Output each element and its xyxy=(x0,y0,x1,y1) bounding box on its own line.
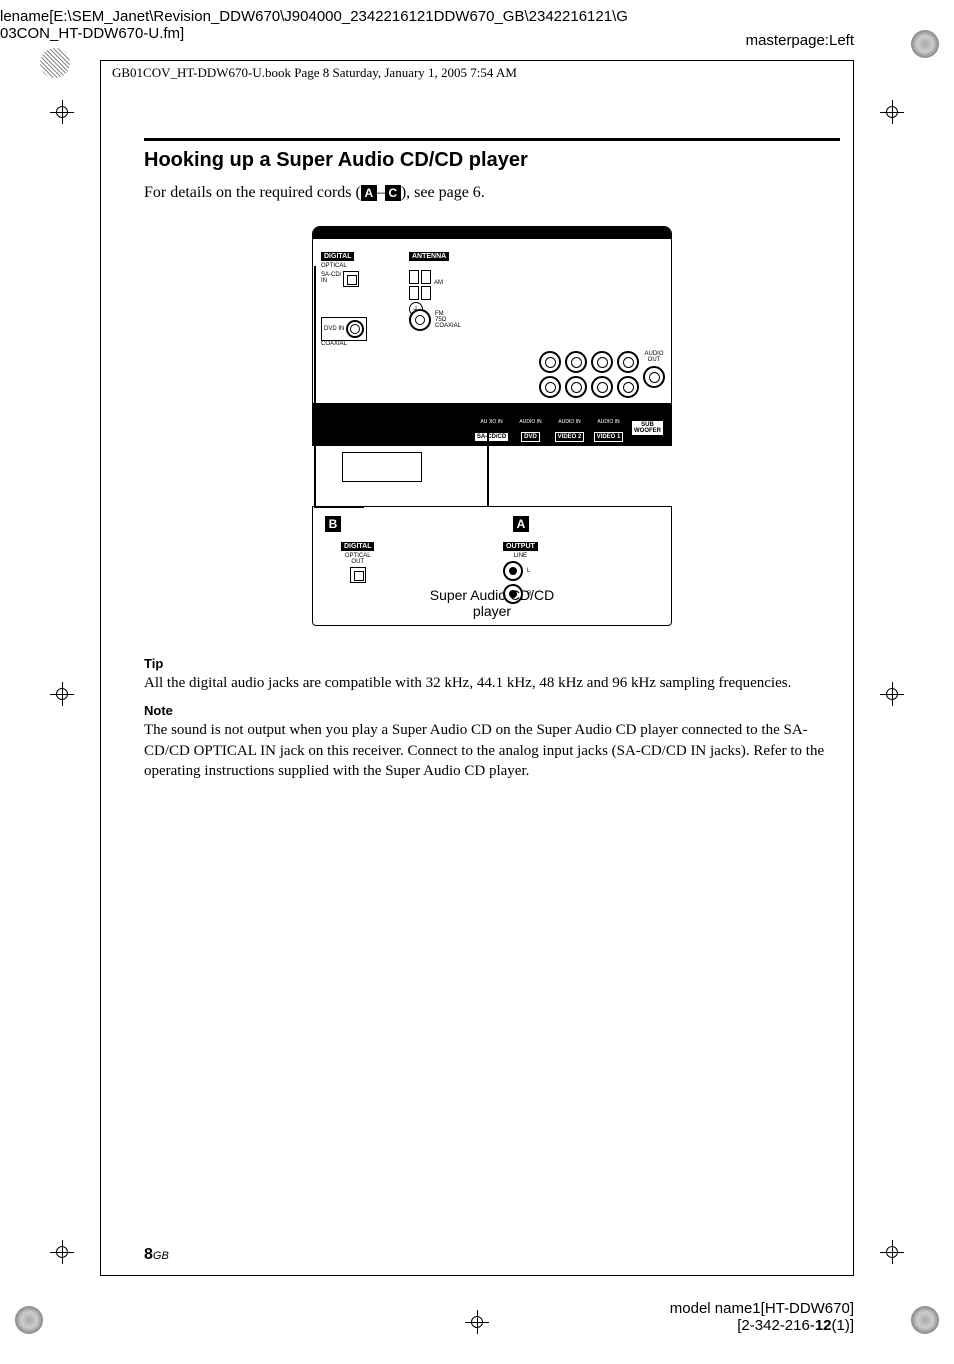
col-sacd-label: SA-CD/CD xyxy=(475,433,508,441)
rca-jack-icon xyxy=(617,351,639,373)
tip-heading: Tip xyxy=(144,656,840,671)
receiver-rear-panel: DIGITAL OPTICAL SA-CD/ IN ANTENNA xyxy=(312,226,672,446)
section-rule xyxy=(144,138,840,141)
antenna-label: ANTENNA xyxy=(409,252,449,261)
header-filename: lename[E:\SEM_Janet\Revision_DDW670\J904… xyxy=(0,8,628,42)
letter-c-box: C xyxy=(385,185,401,201)
note-heading: Note xyxy=(144,703,840,718)
cable-connector-icon xyxy=(342,452,422,482)
registration-mark-icon xyxy=(880,682,904,706)
digital-section: DIGITAL OPTICAL SA-CD/ IN xyxy=(321,245,359,287)
antenna-terminal-icon xyxy=(421,286,431,300)
player-box: B A DIGITAL OPTICAL OUT OUTPUT LINE L xyxy=(312,506,672,626)
registration-mark-icon xyxy=(50,1240,74,1264)
audio-in-label: AUDIO IN xyxy=(513,419,548,425)
section-title: Hooking up a Super Audio CD/CD player xyxy=(144,149,840,172)
intro-prefix: For details on the required cords ( xyxy=(144,184,361,201)
rca-out-jack-icon xyxy=(503,561,523,581)
player-caption: Super Audio CD/CD player xyxy=(313,587,671,619)
page-suffix: GB xyxy=(153,1250,169,1262)
registration-mark-icon xyxy=(465,1310,489,1334)
col-video2-label: VIDEO 2 xyxy=(555,432,585,442)
col-sub-label: SUB WOOFER xyxy=(632,421,663,435)
hookup-diagram: DIGITAL OPTICAL SA-CD/ IN ANTENNA xyxy=(312,226,672,626)
footer-partno-suffix: (1)] xyxy=(832,1317,855,1334)
dvd-coax-jack-icon xyxy=(346,320,364,338)
antenna-terminal-icon xyxy=(421,270,431,284)
filename-line2: 03CON_HT-DDW670-U.fm] xyxy=(0,25,628,42)
footer-partno-prefix: [2-342-216- xyxy=(737,1317,815,1334)
digital-label: DIGITAL xyxy=(321,252,354,261)
player-digital-section: DIGITAL OPTICAL OUT xyxy=(341,535,374,583)
audio-out-label: AUDIO OUT xyxy=(644,351,663,363)
rca-jack-icon xyxy=(565,376,587,398)
cable-b-line xyxy=(314,266,316,506)
footer-info: model name1[HT-DDW670] [2-342-216-12(1)] xyxy=(670,1300,854,1334)
registration-mark-icon xyxy=(880,1240,904,1264)
tip-text: All the digital audio jacks are compatib… xyxy=(144,673,840,693)
player-l-label: L xyxy=(527,568,530,574)
masterpage-label: masterpage:Left xyxy=(746,32,854,49)
rca-jack-icon xyxy=(539,351,561,373)
page-num: 8 xyxy=(144,1246,153,1263)
fm-coax-jack-icon xyxy=(409,309,431,331)
cable-a-line xyxy=(487,406,489,506)
receiver-bottom-strip: AUDIO IN SA-CD/CD AUDIO IN DVD AUDIO IN … xyxy=(313,403,671,445)
rca-jack-icon xyxy=(591,351,613,373)
note-text: The sound is not output when you play a … xyxy=(144,720,840,781)
fm-label: FM 75Ω COAXIAL xyxy=(435,311,461,329)
dvd-in-section: DVD IN COAXIAL xyxy=(321,317,367,347)
page-frame-right xyxy=(853,60,854,1276)
fm-section: FM 75Ω COAXIAL xyxy=(409,309,461,331)
sacd-in-label: SA-CD/ IN xyxy=(321,272,341,284)
page-number: 8GB xyxy=(144,1246,169,1264)
letter-a-box: A xyxy=(361,185,377,201)
audio-in-label: AUDIO IN xyxy=(591,419,626,425)
rca-jack-icon xyxy=(539,376,561,398)
cable-area xyxy=(312,446,672,506)
footer-model: model name1[HT-DDW670] xyxy=(670,1300,854,1317)
intro-dash: – xyxy=(377,184,385,201)
rca-jack-icon xyxy=(565,351,587,373)
crop-mark-icon xyxy=(15,1306,43,1334)
am-label: AM xyxy=(434,280,443,286)
col-dvd-label: DVD xyxy=(521,432,540,442)
optical-jack-icon xyxy=(343,271,359,287)
audio-in-label: AUDIO IN xyxy=(474,419,509,425)
intro-text: For details on the required cords (A–C),… xyxy=(144,184,840,202)
coaxial-label: COAXIAL xyxy=(321,341,367,347)
optical-out-jack-icon xyxy=(350,567,366,583)
page-frame-left xyxy=(100,60,101,1276)
footer-partno-bold: 12 xyxy=(815,1317,832,1334)
intro-suffix: ), see page 6. xyxy=(401,184,485,201)
player-line-label: LINE xyxy=(503,553,538,559)
col-video1-label: VIDEO 1 xyxy=(594,432,624,442)
letter-b-box: B xyxy=(325,516,341,532)
registration-mark-icon xyxy=(50,682,74,706)
antenna-terminal-icon xyxy=(409,270,419,284)
page-frame-top xyxy=(100,60,854,61)
rca-jack-icon xyxy=(617,376,639,398)
letter-a-box: A xyxy=(513,516,529,532)
crop-mark-icon xyxy=(911,1306,939,1334)
antenna-section: ANTENNA AM ⏚ xyxy=(409,245,449,316)
player-digital-label: DIGITAL xyxy=(341,542,374,551)
antenna-terminal-icon xyxy=(409,286,419,300)
registration-mark-icon xyxy=(880,100,904,124)
player-output-label: OUTPUT xyxy=(503,542,538,551)
dvd-in-label: DVD IN xyxy=(324,326,344,332)
player-optical-out-label: OPTICAL OUT xyxy=(341,553,374,565)
page-frame-bottom xyxy=(100,1275,854,1276)
crop-mark-icon xyxy=(911,30,939,58)
filename-line1: lename[E:\SEM_Janet\Revision_DDW670\J904… xyxy=(0,8,628,25)
rca-jack-icon xyxy=(591,376,613,398)
hatched-circle-icon xyxy=(40,48,70,78)
rca-jack-icon xyxy=(643,366,665,388)
book-info: GB01COV_HT-DDW670-U.book Page 8 Saturday… xyxy=(112,65,517,81)
registration-mark-icon xyxy=(50,100,74,124)
rca-jack-row: AUDIO OUT xyxy=(539,351,665,398)
audio-in-label: AUDIO IN xyxy=(552,419,587,425)
